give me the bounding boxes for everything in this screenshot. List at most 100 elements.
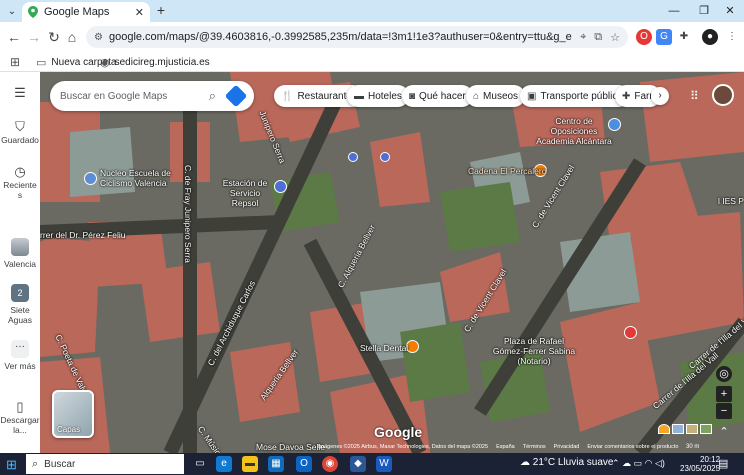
attribution-text: Imágenes ©2025 Airbus, Maxar Technologie… — [318, 444, 489, 450]
minimize-button[interactable]: — — [660, 2, 688, 20]
layer-thumbnail[interactable] — [686, 424, 698, 434]
google-apps-icon[interactable]: ⠿ — [690, 89, 699, 103]
footer-link[interactable]: España — [496, 444, 515, 453]
chevron-up-icon[interactable]: ⌃ — [612, 458, 620, 468]
satellite-map[interactable]: Centro de Oposiciones Academia Alcántara… — [40, 72, 744, 453]
download-label: Descargar la... — [0, 415, 40, 435]
place-label[interactable]: Centro de Oposiciones Academia Alcántara — [534, 116, 614, 146]
pegman-icon[interactable] — [658, 424, 670, 434]
footer-link[interactable]: Enviar comentarios sobre el producto — [587, 444, 678, 453]
place-label[interactable]: Estación de Servicio Repsol — [216, 178, 274, 208]
extensions-puzzle-icon[interactable]: ✚ — [676, 29, 692, 45]
cloud-rain-icon: ☁ — [520, 457, 530, 468]
imagery-thumbnails[interactable] — [658, 424, 712, 434]
weather-widget[interactable]: ☁ 21°C Lluvia suave — [520, 457, 614, 468]
store-icon[interactable]: ▦ — [268, 456, 284, 472]
account-avatar[interactable] — [712, 84, 734, 106]
wifi-icon[interactable]: ◠ — [645, 458, 653, 468]
place-pin-icon[interactable] — [84, 172, 97, 185]
saved-button[interactable]: ⛉ Guardado — [0, 120, 40, 145]
maps-side-rail: ☰ ⛉ Guardado ◷ Reciente s Valencia 2 Sie… — [0, 72, 40, 453]
opera-extension-icon[interactable]: O — [636, 29, 652, 45]
tab-search-button[interactable]: ⌄ — [4, 3, 20, 19]
volume-icon[interactable]: ◁) — [655, 458, 665, 468]
address-bar[interactable]: ⚙ google.com/maps/@39.4603816,-0.3992585… — [86, 26, 628, 48]
home-icon[interactable]: ⌂ — [64, 29, 80, 45]
bookmark-sedicireg[interactable]: ◉ sedicireg.mjusticia.es — [100, 54, 210, 70]
apps-grid-icon[interactable]: ⊞ — [10, 55, 20, 69]
install-app-icon[interactable]: ⧉ — [594, 31, 602, 44]
chip-hoteles[interactable]: ▬ Hoteles — [347, 85, 409, 107]
profile-avatar-icon[interactable]: ● — [702, 29, 718, 45]
weather-text: 21°C Lluvia suave — [532, 457, 614, 468]
recent-place-valencia[interactable]: Valencia — [0, 238, 40, 269]
download-app-button[interactable]: ▯ Descargar la... — [0, 399, 40, 435]
bookmark-star-icon[interactable]: ☆ — [610, 31, 620, 44]
windows-start-icon[interactable]: ⊞ — [6, 457, 17, 473]
maps-search-box[interactable]: Buscar en Google Maps ⌕ — [50, 81, 254, 111]
search-input[interactable]: Buscar en Google Maps — [60, 91, 205, 102]
cloud-icon[interactable]: ☁ — [622, 458, 631, 468]
menu-button[interactable]: ☰ — [0, 86, 40, 101]
street-label: rrer del Dr. Pérez Feliu — [40, 230, 126, 240]
restore-button[interactable]: ❐ — [690, 2, 718, 20]
history-icon: ◷ — [14, 164, 26, 179]
new-tab-button[interactable]: + — [154, 3, 168, 17]
footer-link[interactable]: Términos — [523, 444, 546, 453]
tab-google-maps[interactable]: Google Maps ✕ — [22, 2, 150, 22]
clock[interactable]: 20:12 23/05/2025 — [680, 455, 720, 473]
my-location-button[interactable]: ◎ — [716, 366, 732, 382]
site-info-icon[interactable]: ⚙ — [94, 32, 103, 43]
hospital-pin-icon[interactable] — [624, 326, 637, 339]
chip-que-hacer[interactable]: ◙ Qué hacer — [402, 85, 473, 107]
layer-thumbnail[interactable] — [672, 424, 684, 434]
gas-station-pin-icon[interactable] — [274, 180, 287, 193]
recent-place-siete-aguas[interactable]: 2 Siete Aguas — [0, 284, 40, 325]
task-view-icon[interactable]: ▭ — [192, 456, 208, 472]
place-label[interactable]: Plaza de Rafael Gómez-Ferrer Sabina (Not… — [492, 336, 576, 366]
hotel-icon: ▬ — [354, 90, 364, 102]
edge-icon[interactable]: e — [216, 456, 232, 472]
place-label[interactable]: Cadena El Percalero — [468, 166, 546, 176]
chrome-icon[interactable]: ◉ — [322, 456, 338, 472]
zoom-out-button[interactable]: − — [716, 403, 732, 419]
chip-museos[interactable]: ⌂ Museos — [466, 85, 526, 107]
search-icon[interactable]: ⌕ — [209, 88, 216, 104]
directions-icon[interactable] — [224, 84, 248, 108]
back-icon[interactable]: ← — [6, 29, 22, 45]
chip-label: Transporte público — [540, 90, 623, 102]
file-explorer-icon[interactable]: ▬ — [242, 456, 258, 472]
place-label[interactable]: Nucleo Escuela de Ciclismo Valencia — [100, 168, 172, 188]
url-text[interactable]: google.com/maps/@39.4603816,-0.3992585,2… — [109, 31, 572, 43]
chip-transporte-publico[interactable]: ▣ Transporte público — [520, 85, 630, 107]
outlook-icon[interactable]: O — [296, 456, 312, 472]
scale-bar[interactable]: 30 m — [686, 444, 699, 450]
expand-imagery-button[interactable]: ⌃ — [716, 424, 732, 440]
recent-button[interactable]: ◷ Reciente s — [0, 164, 40, 200]
system-tray[interactable]: ⌃ ☁ ▭ ◠ ◁) — [612, 458, 665, 469]
layers-label: Capas — [57, 425, 81, 434]
notifications-icon[interactable]: ▤ — [718, 457, 728, 470]
word-icon[interactable]: W — [376, 456, 392, 472]
close-tab-icon[interactable]: ✕ — [135, 6, 144, 19]
place-thumbnail — [11, 238, 29, 256]
zoom-in-button[interactable]: + — [716, 386, 732, 402]
phone-icon: ▯ — [16, 399, 24, 414]
transit-stop-icon[interactable] — [380, 152, 390, 162]
location-icon[interactable]: ⌖ — [580, 31, 586, 44]
browser-menu-icon[interactable]: ⋮ — [724, 29, 740, 45]
reload-icon[interactable]: ↻ — [46, 29, 62, 45]
translate-extension-icon[interactable]: G — [656, 29, 672, 45]
close-window-button[interactable]: ✕ — [716, 2, 744, 20]
place-label[interactable]: Stella Dental — [360, 343, 408, 353]
more-button[interactable]: ··· Ver más — [0, 340, 40, 371]
layer-thumbnail[interactable] — [700, 424, 712, 434]
forward-icon[interactable]: → — [26, 29, 42, 45]
app-icon[interactable]: ◆ — [350, 456, 366, 472]
transit-stop-icon[interactable] — [348, 152, 358, 162]
battery-icon[interactable]: ▭ — [634, 458, 643, 468]
taskbar-search[interactable]: ⌕ Buscar — [26, 454, 184, 474]
footer-link[interactable]: Privacidad — [554, 444, 580, 453]
layers-button[interactable]: Capas — [52, 390, 94, 438]
chips-next-button[interactable]: › — [651, 87, 669, 105]
